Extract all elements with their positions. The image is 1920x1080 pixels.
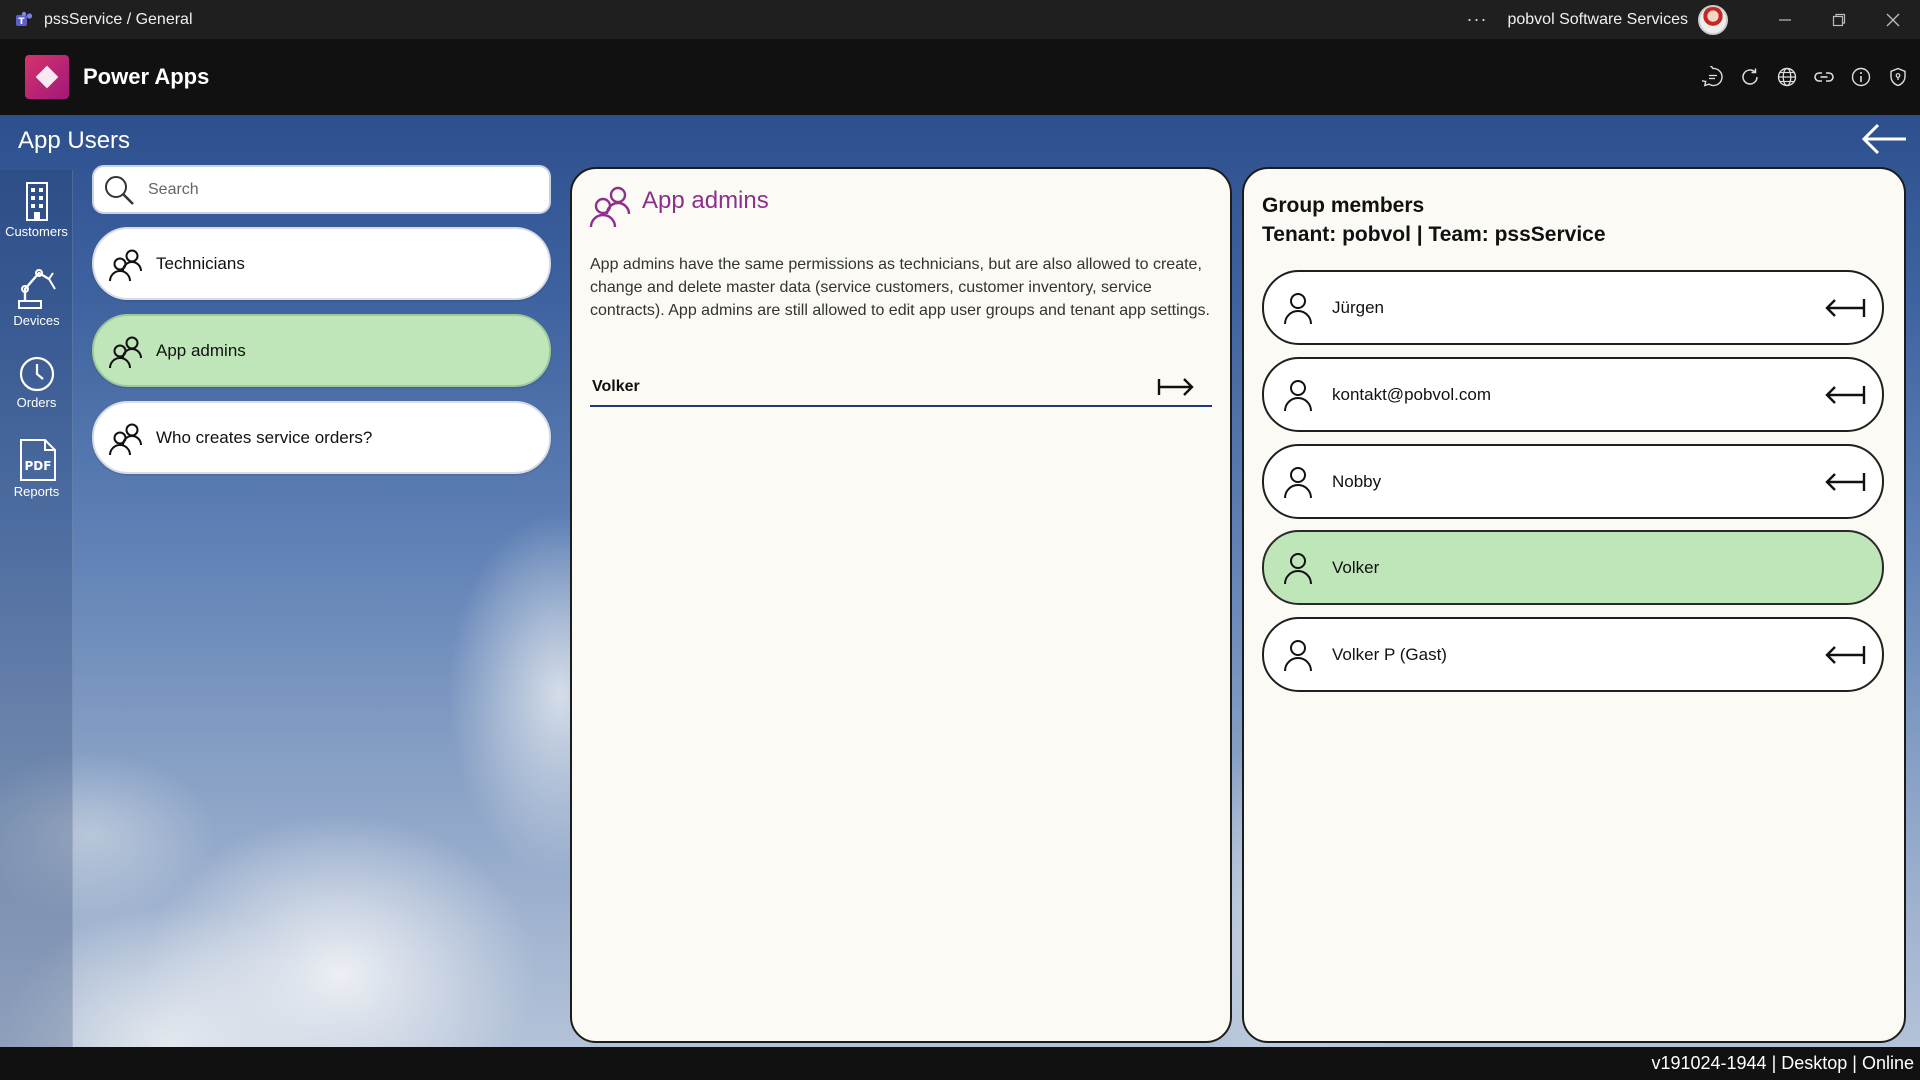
building-icon: [25, 182, 48, 221]
remove-member-button[interactable]: [1824, 467, 1868, 497]
members-title: Group members Tenant: pobvol | Team: pss…: [1262, 191, 1606, 249]
nav-item-reports[interactable]: PDF Reports: [0, 438, 73, 499]
window-titlebar: T pssService / General ··· pobvol Softwa…: [0, 0, 1920, 39]
pdf-icon: PDF: [19, 439, 56, 481]
add-member-button[interactable]: [1156, 373, 1196, 401]
detail-header: App admins: [588, 183, 769, 229]
group-label: Who creates service orders?: [156, 427, 373, 447]
arrow-right-to-bar-icon: [1157, 378, 1194, 396]
status-bar: v191024-1944 | Desktop | Online: [0, 1047, 1920, 1080]
member-name: Volker P (Gast): [1332, 644, 1447, 664]
arrow-left-from-bar-icon: [1825, 386, 1866, 404]
nav-label-reports: Reports: [13, 484, 60, 499]
member-name: Jürgen: [1332, 297, 1384, 317]
person-icon: [1284, 379, 1312, 411]
search-icon: [105, 175, 134, 205]
detail-description: App admins have the same permissions as …: [590, 256, 1210, 319]
search-input[interactable]: [148, 180, 528, 199]
remove-member-button[interactable]: [1824, 640, 1868, 670]
close-icon: [1886, 13, 1900, 26]
group-icon: [109, 336, 142, 368]
power-apps-logo: [25, 55, 69, 99]
restore-button[interactable]: [1812, 0, 1866, 39]
arrow-left-from-bar-icon: [1825, 646, 1866, 664]
teams-icon: T: [14, 11, 34, 29]
member-card[interactable]: Jürgen: [1262, 270, 1884, 345]
info-icon[interactable]: [1842, 59, 1879, 96]
group-members-panel: Group members Tenant: pobvol | Team: pss…: [1242, 167, 1906, 1043]
group-icon: [589, 186, 631, 228]
person-icon: [1284, 292, 1312, 324]
svg-text:T: T: [18, 17, 25, 27]
globe-icon[interactable]: [1768, 59, 1805, 96]
group-label: Technicians: [156, 253, 245, 273]
group-icon: [109, 249, 142, 281]
refresh-icon[interactable]: [1731, 59, 1768, 96]
close-button[interactable]: [1866, 0, 1920, 39]
candidate-name: Volker: [592, 378, 640, 395]
restore-icon: [1832, 13, 1846, 26]
minimize-button[interactable]: [1758, 0, 1812, 39]
status-text: v191024-1944 | Desktop | Online: [1651, 1053, 1914, 1073]
group-detail-panel: App admins App admins have the same perm…: [570, 167, 1232, 1043]
app-canvas: App Users Customers Devices Orders PDF R…: [0, 115, 1920, 1047]
remove-member-button[interactable]: [1824, 293, 1868, 323]
app-name: Power Apps: [83, 64, 210, 89]
group-item-who-creates-service-orders[interactable]: Who creates service orders?: [92, 401, 551, 474]
back-button[interactable]: [1860, 119, 1910, 159]
detail-title: App admins: [642, 187, 769, 214]
member-name: Nobby: [1332, 471, 1382, 491]
person-icon: [1284, 466, 1312, 498]
minimize-icon: [1779, 18, 1791, 21]
nav-item-devices[interactable]: Devices: [0, 265, 73, 328]
clock-icon: [19, 356, 54, 392]
group-label: App admins: [156, 340, 246, 360]
members-subheading: Tenant: pobvol | Team: pssService: [1262, 223, 1606, 246]
remove-member-button[interactable]: [1824, 380, 1868, 410]
member-name: kontakt@pobvol.com: [1332, 384, 1492, 404]
member-card[interactable]: kontakt@pobvol.com: [1262, 357, 1884, 432]
group-item-app-admins[interactable]: App admins: [92, 314, 551, 387]
arrow-left-from-bar-icon: [1825, 473, 1866, 491]
nav-label-devices: Devices: [13, 313, 60, 328]
svg-text:PDF: PDF: [24, 459, 51, 473]
candidate-row[interactable]: Volker: [590, 369, 1212, 407]
member-card[interactable]: Volker P (Gast): [1262, 617, 1884, 692]
group-item-technicians[interactable]: Technicians: [92, 227, 551, 300]
back-arrow-icon: [1861, 123, 1906, 155]
members-heading: Group members: [1262, 194, 1425, 217]
robot-arm-icon: [17, 269, 56, 309]
more-options-icon[interactable]: ···: [1466, 9, 1487, 30]
member-card[interactable]: Nobby: [1262, 444, 1884, 519]
left-nav: Customers Devices Orders PDF Reports: [0, 170, 73, 1047]
nav-label-orders: Orders: [16, 395, 57, 410]
chat-icon[interactable]: [1694, 59, 1731, 96]
org-name: pobvol Software Services: [1507, 10, 1688, 28]
page-title: App Users: [18, 127, 131, 154]
member-name: Volker: [1332, 557, 1380, 577]
nav-label-customers: Customers: [5, 224, 68, 239]
group-icon: [109, 423, 142, 455]
member-card[interactable]: Volker: [1262, 530, 1884, 605]
arrow-left-from-bar-icon: [1825, 299, 1866, 317]
avatar[interactable]: [1698, 4, 1728, 35]
person-icon: [1284, 552, 1312, 584]
nav-item-orders[interactable]: Orders: [0, 355, 73, 410]
search-box[interactable]: [92, 165, 551, 214]
nav-item-customers[interactable]: Customers: [0, 180, 73, 239]
app-header: Power Apps: [0, 39, 1920, 115]
window-title: pssService / General: [44, 10, 193, 28]
person-icon: [1284, 639, 1312, 671]
shield-icon[interactable]: [1879, 59, 1916, 96]
link-icon[interactable]: [1805, 59, 1842, 96]
